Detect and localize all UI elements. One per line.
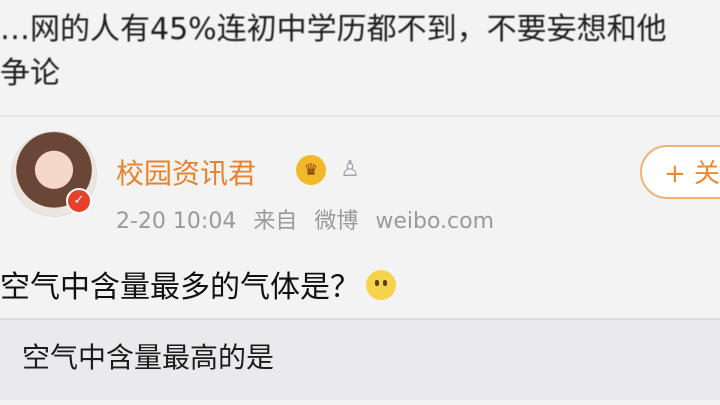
post-time: 2-20 10:04 xyxy=(116,209,237,234)
level-icon[interactable]: ♙ xyxy=(338,155,362,185)
post-body: 空气中含量最多的气体是？ xyxy=(0,262,396,306)
avatar[interactable]: ✓ xyxy=(12,132,96,216)
post-meta: 2-20 10:04 来自 微博 weibo.com xyxy=(116,203,504,235)
previous-post-line-2: 争论 xyxy=(0,56,60,91)
vip-crown-icon[interactable]: ♛ xyxy=(296,155,326,185)
source-site: weibo.com xyxy=(375,209,495,234)
source-prefix: 来自 xyxy=(253,209,298,234)
quoted-text: 空气中含量最高的是 xyxy=(22,341,275,374)
smile-emoji-icon xyxy=(366,270,396,300)
follow-button[interactable]: + 关注 xyxy=(640,145,720,199)
username[interactable]: 校园资讯君 xyxy=(116,152,256,192)
post-text: 空气中含量最多的气体是？ xyxy=(0,270,360,305)
divider xyxy=(0,115,720,117)
previous-post-text: …网的人有45%连初中学历都不到，不要妄想和他 争论 xyxy=(0,8,720,96)
verified-badge-icon: ✓ xyxy=(66,188,92,214)
source-app[interactable]: 微博 xyxy=(314,209,358,234)
previous-post-line-1: …网的人有45%连初中学历都不到，不要妄想和他 xyxy=(0,12,667,47)
